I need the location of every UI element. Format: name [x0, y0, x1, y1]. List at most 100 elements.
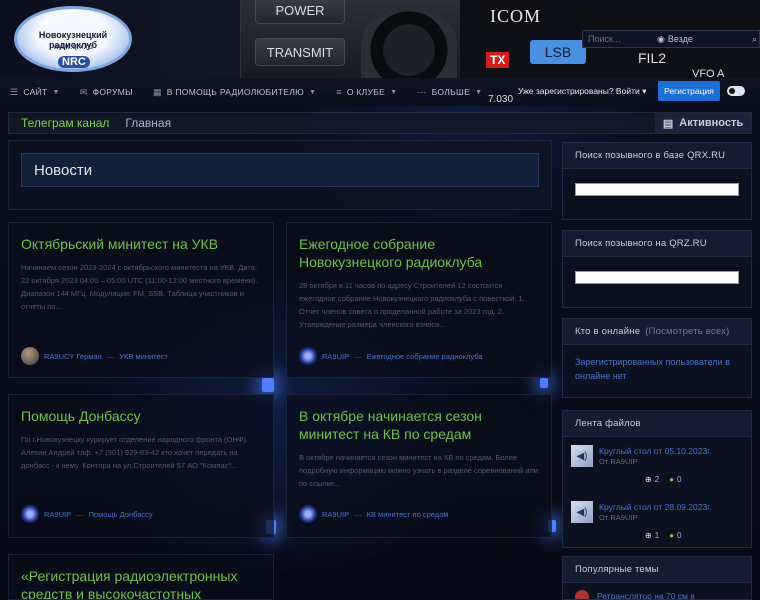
site-logo[interactable]: Новокузнецкий радиоклуб www.qrx.ru NRC — [14, 6, 132, 72]
lsb-button: LSB — [530, 40, 586, 64]
chevron-down-icon: ▼ — [52, 88, 60, 96]
author-link[interactable]: RA9UIP — [322, 352, 349, 361]
menu-icon: ☰ — [10, 86, 19, 97]
file-author: От RA9UIP — [599, 513, 638, 522]
telegram-link[interactable]: Телеграм канал — [9, 116, 109, 130]
news-card-title[interactable]: Октябрьский минитест на УКВ — [21, 235, 261, 253]
radio-icon: ◉ — [657, 33, 665, 44]
topic-link[interactable]: Ежегодное собрание радиоклуба — [367, 352, 483, 361]
files-widget: Лента файлов ◀) Круглый стол от 05.10.20… — [562, 410, 752, 548]
list-item[interactable]: ◀) Круглый стол от 05.10.2023г. От RA9UI… — [563, 437, 751, 493]
download-icon: ⊕ — [645, 475, 652, 484]
chevron-down-icon: ▼ — [390, 88, 398, 96]
logo-badge: NRC — [58, 56, 90, 68]
news-section: Новости — [8, 140, 552, 210]
list-item[interactable]: ◀) Круглый стол от 28.09.2023г. От RA9UI… — [563, 493, 751, 549]
news-card[interactable]: Помощь Донбассу По г.Новокузнецку куриру… — [8, 394, 274, 538]
news-card-meta: RA9UIP — Помощь Донбассу — [21, 505, 153, 523]
news-card-meta: RA9UIP — КВ минитест по средам — [299, 505, 448, 523]
chevron-down-icon: ▼ — [475, 88, 483, 96]
more-icon: ⋯ — [417, 86, 427, 97]
news-card-title[interactable]: «Регистрация радиоэлектронных средств и … — [21, 567, 261, 599]
breadcrumb-home[interactable]: Главная — [109, 116, 171, 130]
header-radio-art: POWER TRANSMIT — [240, 0, 460, 78]
widget-title: Поиск позывного в базе QRX.RU — [563, 143, 751, 169]
widget-title: Лента файлов — [563, 411, 751, 437]
background-light — [262, 378, 274, 392]
nav-label: САЙТ — [23, 87, 48, 97]
power-label: POWER — [255, 0, 345, 24]
search-icon[interactable]: ⌕ — [752, 34, 757, 45]
online-status-text: Зарегистрированных пользователи в онлайн… — [575, 357, 730, 381]
activity-label: Активность — [679, 117, 744, 129]
nav-label: БОЛЬШЕ — [431, 87, 471, 97]
activity-icon: ▤ — [662, 117, 674, 130]
list-icon: ≡ — [336, 87, 342, 97]
comment-icon: ● — [669, 531, 674, 540]
news-card-title[interactable]: В октябре начинается сезон минитест на К… — [299, 407, 539, 443]
separator: — — [354, 351, 362, 361]
topic-link[interactable]: УКВ минитест — [119, 352, 168, 361]
news-card-body: Начинаем сезон 2023-2024 с октябрьского … — [21, 263, 258, 311]
nav-item-help[interactable]: ▦ В ПОМОЩЬ РАДИОЛЮБИТЕЛЮ ▼ — [143, 87, 326, 98]
view-all-link[interactable]: (Посмотреть всех) — [645, 326, 729, 337]
news-card-meta: RA9UCY Герман — УКВ минитест — [21, 347, 168, 365]
search-input[interactable] — [583, 34, 653, 44]
avatar[interactable] — [21, 505, 39, 523]
nav-item-site[interactable]: ☰ САЙТ ▼ — [0, 87, 70, 98]
topic-link[interactable]: Помощь Донбассу — [89, 510, 153, 519]
nav-label: ФОРУМЫ — [92, 87, 133, 97]
popular-topics-widget: Популярные темы Ретранслятор на 70 см в — [562, 556, 752, 600]
news-card-meta: RA9UIP — Ежегодное собрание радиоклуба — [299, 347, 483, 365]
nav-item-about[interactable]: ≡ О КЛУБЕ ▼ — [326, 87, 407, 97]
comment-count: 0 — [677, 531, 682, 540]
fil2-label: FIL2 — [638, 50, 667, 66]
news-card[interactable]: В октябре начинается сезон минитест на К… — [286, 394, 552, 538]
author-link[interactable]: RA9UIP — [322, 510, 349, 519]
popular-topic-link[interactable]: Ретранслятор на 70 см в — [563, 583, 751, 599]
news-card[interactable]: «Регистрация радиоэлектронных средств и … — [8, 554, 274, 600]
separator: — — [106, 351, 115, 361]
comment-count: 0 — [677, 475, 682, 484]
audio-file-icon: ◀) — [571, 501, 593, 523]
audio-file-icon: ◀) — [571, 445, 593, 467]
avatar[interactable] — [299, 505, 317, 523]
download-count: 1 — [654, 531, 660, 540]
chevron-down-icon: ▼ — [309, 88, 317, 96]
avatar[interactable] — [299, 347, 317, 365]
register-button[interactable]: Регистрация — [658, 81, 720, 101]
news-card[interactable]: Октябрьский минитест на УКВ Начинаем сез… — [8, 222, 274, 378]
tx-indicator: TX — [486, 52, 510, 68]
book-icon: ▦ — [152, 86, 162, 97]
avatar[interactable] — [21, 347, 39, 365]
transmit-label: TRANSMIT — [255, 38, 345, 66]
icom-brand: ICOM — [490, 6, 542, 26]
sign-in-link[interactable]: Уже зарегистрированы? Войти ▾ — [518, 86, 646, 97]
nav-item-forums[interactable]: ✉ ФОРУМЫ — [70, 87, 143, 98]
online-title: Кто в онлайне — [575, 326, 641, 337]
author-link[interactable]: RA9UCY Герман — [44, 352, 102, 361]
qrz-callsign-input[interactable] — [575, 271, 739, 284]
widget-title: Популярные темы — [563, 557, 751, 583]
news-card[interactable]: Ежегодное собрание Новокузнецкого радиок… — [286, 222, 552, 378]
search-scope-dropdown[interactable]: ◉ Везде — [653, 34, 693, 45]
file-title-link[interactable]: Круглый стол от 05.10.2023г. — [599, 445, 712, 457]
comment-icon: ● — [669, 475, 674, 484]
file-title-link[interactable]: Круглый стол от 28.09.2023г. — [599, 501, 712, 513]
tuning-knob — [361, 8, 457, 78]
news-card-title[interactable]: Помощь Донбассу — [21, 407, 261, 425]
activity-button[interactable]: ▤ Активность — [655, 113, 751, 133]
download-count: 2 — [654, 475, 660, 484]
topic-link[interactable]: КВ минитест по средам — [367, 510, 449, 519]
separator: — — [76, 509, 84, 519]
author-link[interactable]: RA9UIP — [44, 510, 71, 519]
file-stats: ⊕ 1 ● 0 — [645, 531, 681, 540]
qrx-search-widget: Поиск позывного в базе QRX.RU — [562, 142, 752, 220]
widget-title: Кто в онлайне (Посмотреть всех) — [563, 319, 751, 345]
qrx-callsign-input[interactable] — [575, 183, 739, 196]
forum-icon: ✉ — [79, 86, 88, 97]
theme-toggle[interactable] — [727, 86, 745, 96]
news-card-title[interactable]: Ежегодное собрание Новокузнецкого радиок… — [299, 235, 539, 271]
nav-label: О КЛУБЕ — [346, 87, 386, 97]
nav-item-more[interactable]: ⋯ БОЛЬШЕ ▼ — [407, 87, 492, 98]
